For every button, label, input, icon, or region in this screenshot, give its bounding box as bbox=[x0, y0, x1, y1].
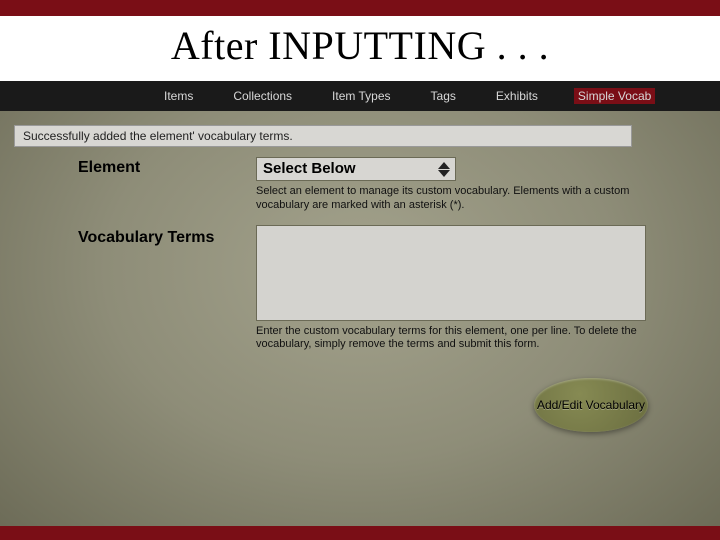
bottom-accent-bar bbox=[0, 526, 720, 540]
element-select[interactable]: Select Below bbox=[256, 157, 456, 181]
nav-tags[interactable]: Tags bbox=[431, 89, 456, 103]
nav-collections[interactable]: Collections bbox=[233, 89, 292, 103]
element-label: Element bbox=[78, 157, 256, 177]
nav-items[interactable]: Items bbox=[164, 89, 193, 103]
nav-bar: Items Collections Item Types Tags Exhibi… bbox=[0, 81, 720, 111]
nav-item-types[interactable]: Item Types bbox=[332, 89, 390, 103]
select-arrows-icon bbox=[434, 159, 454, 179]
top-accent-bar bbox=[0, 0, 720, 16]
add-edit-vocabulary-button[interactable]: Add/Edit Vocabulary bbox=[534, 378, 648, 432]
element-help-text: Select an element to manage its custom v… bbox=[256, 185, 646, 213]
title-band: After INPUTTING . . . bbox=[0, 16, 720, 81]
nav-simple-vocab[interactable]: Simple Vocab bbox=[574, 88, 655, 104]
vocab-help-text: Enter the custom vocabulary terms for th… bbox=[256, 325, 646, 353]
element-select-value: Select Below bbox=[256, 157, 456, 181]
vocab-label: Vocabulary Terms bbox=[78, 227, 256, 247]
nav-exhibits[interactable]: Exhibits bbox=[496, 89, 538, 103]
vocab-textarea[interactable] bbox=[256, 225, 646, 321]
flash-message: Successfully added the element' vocabula… bbox=[14, 125, 632, 147]
vocab-form: Element Select Below Select an element t… bbox=[0, 147, 720, 432]
page-title: After INPUTTING . . . bbox=[0, 22, 720, 69]
